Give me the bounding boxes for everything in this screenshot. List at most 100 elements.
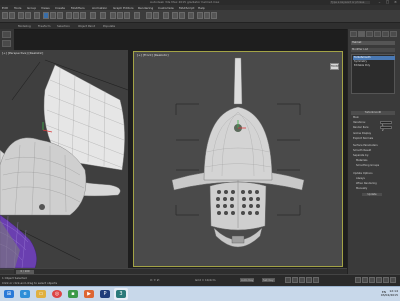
menu-views[interactable]: Views: [41, 6, 50, 10]
menu-customize[interactable]: Customize: [158, 6, 174, 10]
ribbon-tab-object-paint[interactable]: Object Paint: [78, 24, 95, 28]
zoom-icon[interactable]: [355, 277, 361, 283]
taskbar-photoshop[interactable]: P: [98, 288, 112, 300]
taskbar-explorer[interactable]: ▭: [34, 288, 48, 300]
auto-key-button[interactable]: Auto Key: [240, 278, 255, 282]
display-tab-icon[interactable]: [382, 31, 389, 37]
select-object-icon[interactable]: [43, 12, 49, 19]
main-toolbar: [0, 10, 400, 23]
taskbar-chrome[interactable]: ◎: [50, 288, 64, 300]
go-to-start-icon[interactable]: [285, 277, 291, 283]
undo-icon[interactable]: [2, 12, 8, 19]
ribbon: Modeling Freeform Selection Object Paint…: [0, 23, 400, 30]
when-rendering-radio[interactable]: When Rendering: [356, 182, 400, 185]
start-button[interactable]: ⊞: [2, 288, 16, 300]
update-button[interactable]: Update: [362, 193, 382, 196]
ribbon-tab-selection[interactable]: Selection: [57, 24, 70, 28]
stack-item-editable-poly[interactable]: Editable Poly: [353, 64, 395, 68]
move-icon[interactable]: [66, 12, 72, 19]
explicit-normals-checkbox[interactable]: Explicit Normals: [353, 137, 397, 140]
mirror-icon[interactable]: [146, 12, 152, 19]
menu-animation[interactable]: Animation: [92, 6, 107, 10]
redo-icon[interactable]: [9, 12, 15, 19]
modifier-list-dropdown[interactable]: Modifier List: [351, 48, 395, 52]
create-tab-icon[interactable]: [350, 31, 357, 37]
helmet-perspective-mesh[interactable]: [0, 50, 128, 270]
schematic-view-icon[interactable]: [179, 12, 185, 19]
front-viewport[interactable]: [+] [Front] [Realistic] FRONT: [133, 51, 343, 267]
link-icon[interactable]: [18, 12, 24, 19]
perspective-viewport[interactable]: [+] [Perspective] [Realistic]: [0, 50, 128, 270]
pan-icon[interactable]: [376, 277, 382, 283]
zoom-extents-icon[interactable]: [369, 277, 375, 283]
go-to-end-icon[interactable]: [313, 277, 319, 283]
rotate-icon[interactable]: [73, 12, 79, 19]
menu-group[interactable]: Group: [27, 6, 36, 10]
select-by-name-icon[interactable]: [50, 12, 56, 19]
align-icon[interactable]: [153, 12, 159, 19]
smooth-result-checkbox[interactable]: Smooth Result: [353, 149, 397, 152]
modify-mode-icon[interactable]: [2, 40, 11, 47]
menu-tools[interactable]: Tools: [14, 6, 21, 10]
unlink-icon[interactable]: [25, 12, 31, 19]
windows-icon: ⊞: [4, 290, 14, 298]
orbit-icon[interactable]: [383, 277, 389, 283]
material-editor-icon[interactable]: [188, 12, 194, 19]
helmet-front-mesh[interactable]: [134, 52, 342, 266]
polygon-modeling-icon[interactable]: [2, 31, 11, 38]
menu-graph-editors[interactable]: Graph Editors: [113, 6, 134, 10]
maximize-viewport-icon[interactable]: [390, 277, 396, 283]
zoom-all-icon[interactable]: [362, 277, 368, 283]
object-name-field[interactable]: Helmet: [351, 41, 395, 45]
utilities-tab-icon[interactable]: [390, 31, 397, 37]
isoline-display-checkbox[interactable]: Isoline Display: [353, 132, 397, 135]
taskbar-ie[interactable]: e: [18, 288, 32, 300]
play-icon[interactable]: [299, 277, 305, 283]
menu-modifiers[interactable]: Modifiers: [71, 6, 85, 10]
menu-help[interactable]: Help: [198, 6, 205, 10]
scale-icon[interactable]: [80, 12, 86, 19]
media-player-icon: ▶: [84, 290, 94, 298]
surface-parameters-label: Surface Parameters: [353, 144, 378, 147]
previous-frame-icon[interactable]: [292, 277, 298, 283]
selection-filter-icon[interactable]: [34, 12, 40, 19]
taskbar-app[interactable]: ▪: [66, 288, 80, 300]
iterations-spinner[interactable]: 1: [380, 121, 392, 127]
next-frame-icon[interactable]: [306, 277, 312, 283]
ribbon-tab-freeform[interactable]: Freeform: [38, 24, 50, 28]
curve-editor-icon[interactable]: [172, 12, 178, 19]
snap-icon[interactable]: [110, 12, 116, 19]
render-frame-icon[interactable]: [204, 12, 210, 19]
taskbar-media[interactable]: ▶: [82, 288, 96, 300]
pivot-icon[interactable]: [100, 12, 106, 19]
set-key-button[interactable]: Set Key: [262, 278, 275, 282]
modify-tab-icon[interactable]: [358, 31, 365, 37]
motion-tab-icon[interactable]: [374, 31, 381, 37]
materials-checkbox[interactable]: Materials: [356, 159, 400, 162]
named-selection-icon[interactable]: [134, 12, 140, 19]
ribbon-tab-populate[interactable]: Populate: [103, 24, 115, 28]
taskbar-3dsmax[interactable]: 3: [114, 288, 128, 300]
menu-maxscript[interactable]: MAXScript: [179, 6, 194, 10]
smoothing-groups-checkbox[interactable]: Smoothing Groups: [356, 164, 400, 167]
always-radio[interactable]: Always: [356, 177, 400, 180]
reference-coords-icon[interactable]: [90, 12, 96, 19]
ribbon-tab-modeling[interactable]: Modeling: [18, 24, 31, 28]
menu-create[interactable]: Create: [55, 6, 65, 10]
hierarchy-tab-icon[interactable]: [366, 31, 373, 37]
angle-snap-icon[interactable]: [117, 12, 123, 19]
render-setup-icon[interactable]: [197, 12, 203, 19]
render-iters-spinner[interactable]: 2: [380, 126, 392, 132]
chrome-icon: ◎: [52, 290, 62, 298]
rect-select-icon[interactable]: [57, 12, 63, 19]
folder-icon: ▭: [36, 290, 46, 298]
render-icon[interactable]: [211, 12, 217, 19]
taskbar-clock[interactable]: 12:14 03/02/2015: [381, 289, 398, 297]
turbosmooth-rollout-header[interactable]: TurboSmooth: [351, 111, 395, 115]
menu-edit[interactable]: Edit: [2, 6, 8, 10]
percent-snap-icon[interactable]: [124, 12, 130, 19]
menu-rendering[interactable]: Rendering: [138, 6, 153, 10]
search-input[interactable]: Type a keyword or phrase: [330, 1, 370, 4]
manually-radio[interactable]: Manually: [356, 187, 400, 190]
layer-manager-icon[interactable]: [163, 12, 169, 19]
